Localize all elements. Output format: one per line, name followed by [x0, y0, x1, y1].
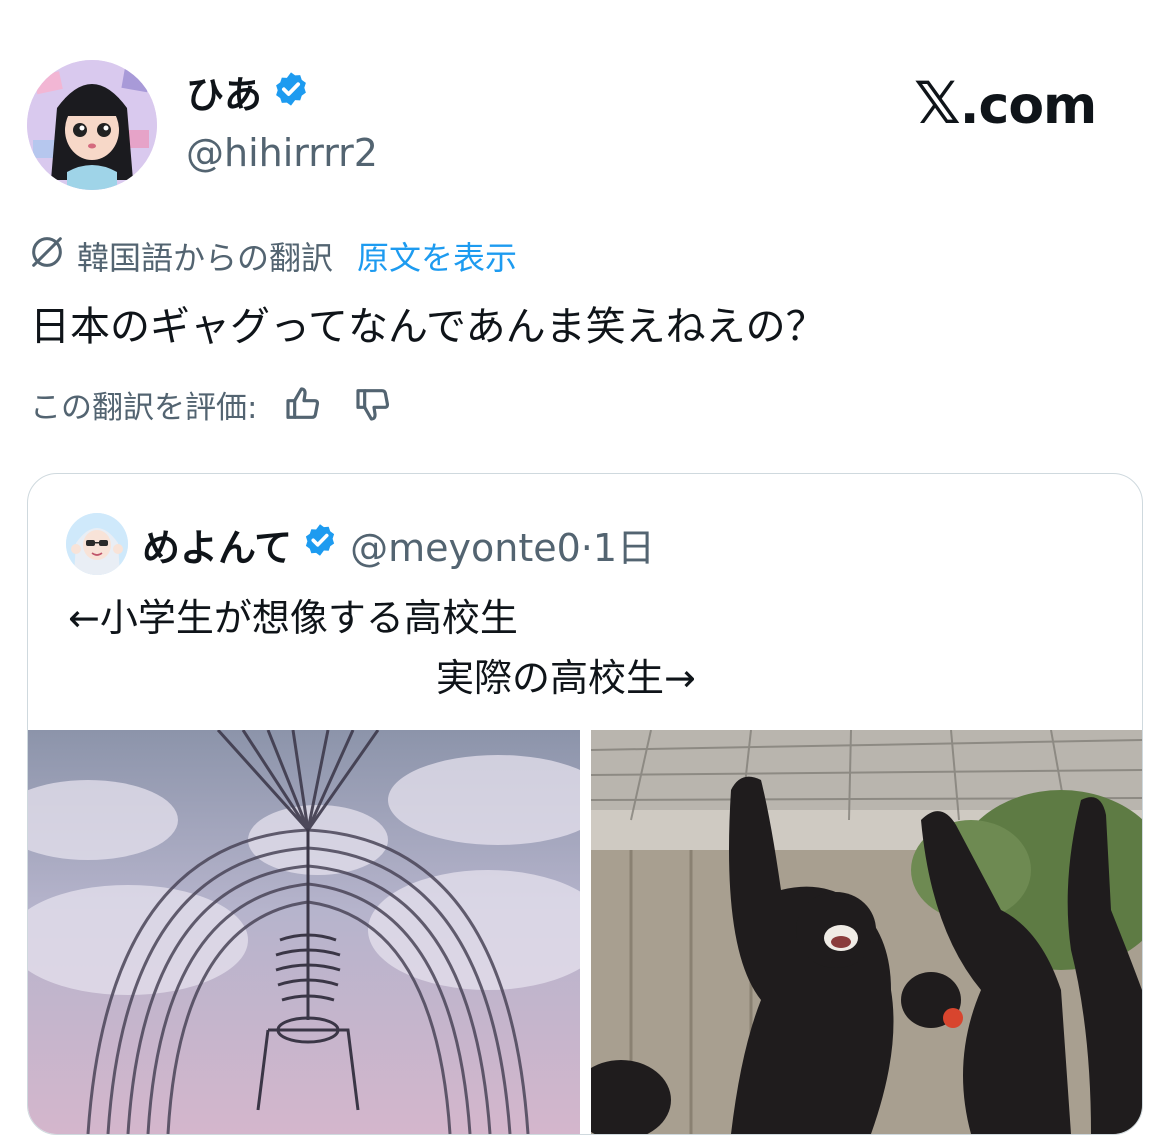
author-display-name[interactable]: ひあ	[186, 68, 262, 122]
x-logo-icon: 𝕏	[914, 69, 961, 137]
quote-text-line-2: 実際の高校生→	[436, 656, 696, 700]
author-name-row[interactable]: ひあ	[186, 68, 310, 122]
verified-badge-icon	[272, 68, 310, 122]
quote-timestamp[interactable]: 1日	[593, 526, 655, 570]
meta-separator: ·	[580, 525, 593, 570]
rate-translation-label: この翻訳を評価:	[30, 389, 258, 426]
quote-text-line-1: ←小学生が想像する高校生	[68, 596, 518, 640]
verified-badge-icon	[302, 522, 338, 567]
tweet-text: 日本のギャグってなんであんま笑えねえの？	[30, 304, 826, 350]
translation-label: 韓国語からの翻訳	[77, 239, 334, 277]
author-avatar[interactable]	[27, 60, 157, 190]
show-original-link[interactable]: 原文を表示	[357, 233, 517, 279]
translate-globe-icon	[27, 232, 67, 280]
thumbs-up-icon[interactable]	[279, 380, 327, 428]
quote-tweet-card[interactable]: めよんて @meyonte0·1日 ←小学生が想像する高校生 実際の高校生→	[27, 473, 1143, 1135]
thumbs-down-icon[interactable]	[349, 380, 397, 428]
translation-bar: 韓国語からの翻訳 原文を表示	[27, 232, 517, 280]
quote-header: めよんて @meyonte0·1日	[66, 513, 655, 575]
quote-display-name[interactable]: めよんて	[142, 517, 292, 572]
quote-handle[interactable]: @meyonte0	[350, 526, 581, 570]
rate-translation-bar: この翻訳を評価:	[30, 380, 397, 428]
brand-domain: .com	[959, 76, 1097, 136]
quote-avatar[interactable]	[66, 513, 128, 575]
chimpanzees-photo-image[interactable]	[591, 730, 1142, 1134]
x-com-logo: 𝕏 .com	[914, 68, 1097, 141]
skeleton-illustration-image[interactable]	[28, 730, 580, 1134]
author-handle[interactable]: @hihirrrr2	[186, 128, 378, 178]
quote-meta: @meyonte0·1日	[350, 517, 655, 572]
